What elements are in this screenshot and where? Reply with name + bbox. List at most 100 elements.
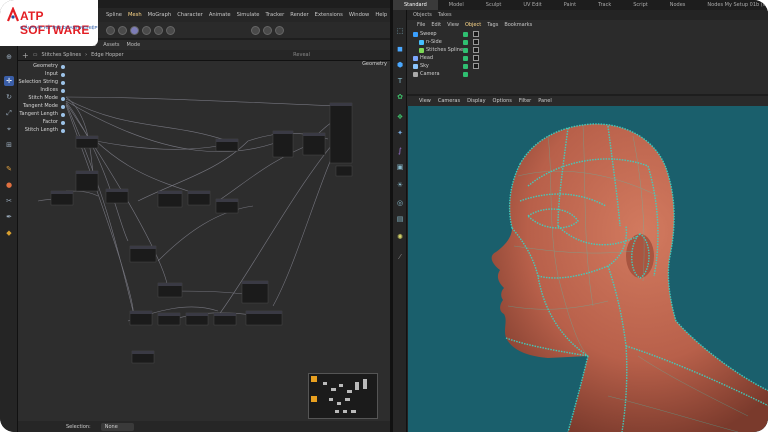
head-model-render[interactable] (408, 106, 768, 432)
tool-button[interactable] (263, 25, 272, 35)
object-row[interactable]: Sweep (407, 30, 768, 38)
tab-objects[interactable]: Objects (413, 12, 432, 18)
object-tag-icon[interactable] (473, 47, 479, 53)
deformer-icon[interactable]: ❖ (395, 112, 405, 122)
tool-button[interactable] (130, 25, 139, 35)
object-tag-icon[interactable] (473, 55, 479, 61)
menu-item[interactable]: Help (375, 12, 387, 18)
visibility-check-icon[interactable] (463, 47, 468, 53)
knife-icon[interactable]: ✂ (4, 196, 14, 206)
tool-button[interactable] (166, 25, 175, 35)
menu-item[interactable]: Animate (209, 12, 231, 18)
viewport-menu-item[interactable]: View (419, 98, 431, 104)
axis-icon[interactable]: ⊞ (4, 140, 14, 150)
object-row[interactable]: Stitches Splines (407, 46, 768, 54)
input-port[interactable]: Tangent Length (19, 111, 66, 119)
menu-item[interactable]: Spline (106, 12, 122, 18)
viewport-menu-item[interactable]: Display (467, 98, 485, 104)
object-menu-item[interactable]: Bookmarks (504, 22, 532, 28)
object-row[interactable]: Head (407, 54, 768, 62)
input-port[interactable]: Stitch Length (25, 127, 66, 135)
menu-item[interactable]: Simulate (237, 12, 260, 18)
layout-tab[interactable]: Model (438, 0, 475, 10)
input-port[interactable]: Tangent Mode (23, 103, 66, 111)
paint-icon[interactable]: ● (4, 180, 14, 190)
input-port[interactable]: Input (45, 71, 66, 79)
brush-icon[interactable]: ✎ (4, 164, 14, 174)
node-graph-canvas[interactable] (18, 61, 390, 421)
primitive-icon[interactable]: ⬢ (395, 60, 405, 70)
tool-button[interactable] (154, 25, 163, 35)
visibility-check-icon[interactable] (463, 71, 468, 77)
scale-icon[interactable]: ⤢ (4, 108, 14, 118)
object-name[interactable]: Head (420, 55, 433, 61)
menu-item[interactable]: Render (290, 12, 308, 18)
reveal-label[interactable]: Reveal (293, 52, 310, 58)
menu-item[interactable]: Tracker (265, 12, 284, 18)
breadcrumb-item[interactable]: Stitches Splines (41, 52, 81, 58)
object-menu-item[interactable]: Tags (487, 22, 498, 28)
scene-icon[interactable]: ◎ (395, 198, 405, 208)
viewport-menu-item[interactable]: Options (493, 98, 512, 104)
object-tag-icon[interactable] (473, 63, 479, 69)
input-port[interactable]: Selection String (18, 79, 66, 87)
visibility-check-icon[interactable] (463, 63, 468, 69)
layout-tab[interactable]: Nodes My Setup 01b (User) (696, 0, 768, 10)
menu-item[interactable]: Extensions (315, 12, 343, 18)
spline-icon[interactable]: ∫ (395, 146, 405, 156)
layout-tab[interactable]: Script (622, 0, 659, 10)
visibility-check-icon[interactable] (463, 39, 468, 45)
object-name[interactable]: Sky (420, 63, 429, 69)
object-row[interactable]: Camera (407, 70, 768, 78)
layout-tab[interactable]: Paint (553, 0, 587, 10)
input-port[interactable]: Indices (40, 87, 66, 95)
viewport-menu-item[interactable]: Cameras (438, 98, 460, 104)
cube-icon[interactable]: ◼ (395, 44, 405, 54)
add-icon[interactable]: + (22, 51, 29, 60)
menu-item[interactable]: Window (349, 12, 369, 18)
move-arrows-icon[interactable]: ✛ (4, 76, 14, 86)
rotate-icon[interactable]: ↻ (4, 92, 14, 102)
magnet-icon[interactable]: ◆ (4, 228, 14, 238)
object-menu-item[interactable]: Edit (431, 22, 441, 28)
input-port[interactable]: Factor (43, 119, 66, 127)
input-port[interactable]: Geometry (33, 63, 66, 71)
select-icon[interactable]: ⬚ (395, 26, 405, 36)
object-name[interactable]: Stitches Splines (426, 47, 466, 53)
pen-icon[interactable]: ✒ (4, 212, 14, 222)
object-row[interactable]: Sky (407, 62, 768, 70)
viewport-menu-item[interactable]: Panel (538, 98, 552, 104)
object-row[interactable]: n-Side (407, 38, 768, 46)
text-icon[interactable]: T (395, 76, 405, 86)
object-menu-item[interactable]: File (417, 22, 425, 28)
layout-tab[interactable]: UV Edit (512, 0, 552, 10)
transform-icon[interactable]: ⌖ (4, 124, 14, 134)
object-menu-item[interactable]: View (447, 22, 459, 28)
node-graph[interactable]: Geometry Input Selection String Indices Stit… (18, 61, 390, 421)
tool-button[interactable] (118, 25, 127, 35)
node-menu-item[interactable]: Mode (127, 42, 141, 48)
object-name[interactable]: Camera (420, 71, 440, 77)
graph-minimap[interactable] (308, 373, 378, 419)
selection-value[interactable]: None (100, 422, 134, 431)
visibility-check-icon[interactable] (463, 31, 468, 37)
bulb-icon[interactable]: ✺ (395, 232, 405, 242)
viewport-menu-item[interactable]: Filter (519, 98, 531, 104)
3d-viewport[interactable] (407, 106, 768, 432)
object-menu-item[interactable]: Object (465, 22, 481, 28)
tab-takes[interactable]: Takes (438, 12, 452, 18)
field-icon[interactable]: ✦ (395, 128, 405, 138)
node-menu-item[interactable]: Assets (103, 42, 119, 48)
folder-icon[interactable]: ▭ (33, 52, 38, 58)
menu-item[interactable]: Character (177, 12, 203, 18)
output-port-geometry[interactable]: Geometry (362, 61, 387, 67)
object-name[interactable]: Sweep (420, 31, 437, 37)
tool-button[interactable] (251, 25, 260, 35)
menu-item[interactable]: Mesh (128, 12, 142, 18)
move-tool-icon[interactable]: ⊕ (4, 52, 14, 62)
object-tag-icon[interactable] (473, 39, 479, 45)
tool-button[interactable] (142, 25, 151, 35)
breadcrumb-item[interactable]: Edge Hopper (91, 52, 123, 58)
tool-button[interactable] (106, 25, 115, 35)
input-port[interactable]: Stitch Mode (28, 95, 66, 103)
